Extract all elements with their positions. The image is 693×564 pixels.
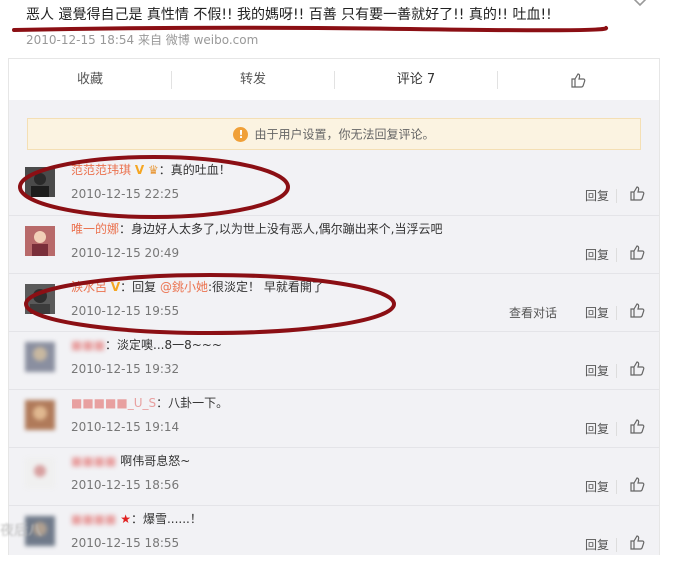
comment-item: 范范范玮琪 V ♛：真的吐血！ 2010-12-15 22:25 回复 — [9, 157, 659, 215]
watermark: 夜后八 — [0, 523, 42, 539]
warning-icon: ! — [233, 127, 249, 142]
comment-time: 2010-12-15 19:55 — [71, 304, 180, 318]
divider — [616, 422, 617, 436]
thumbs-up-icon[interactable] — [629, 302, 645, 318]
avatar[interactable] — [25, 226, 55, 256]
mention-link[interactable]: @銚小她 — [160, 280, 208, 294]
reply-button[interactable]: 回复 — [585, 304, 609, 321]
thumbs-up-icon — [571, 72, 586, 88]
thumbs-up-icon[interactable] — [629, 360, 645, 376]
reply-button[interactable]: 回复 — [585, 478, 609, 495]
comment-username[interactable]: 唯一的娜 — [71, 222, 119, 236]
tab-favorite[interactable]: 收藏 — [9, 59, 171, 101]
comment-text: ：爆雪......！ — [130, 512, 202, 526]
comment-text: ：八卦一下。 — [156, 396, 229, 410]
comment-item: 唯一的娜：身边好人太多了,以为世上没有恶人,偶尔蹦出来个,当浮云吧 2010-1… — [9, 215, 659, 274]
reply-button[interactable]: 回复 — [585, 420, 609, 437]
post-meta: 2010-12-15 18:54 来自 微博 weibo.com — [26, 33, 259, 47]
divider — [616, 364, 617, 378]
thumbs-up-icon[interactable] — [629, 476, 645, 492]
comment-time: 2010-12-15 18:55 — [71, 536, 180, 550]
thumbs-up-icon[interactable] — [629, 534, 645, 550]
tab-like[interactable] — [498, 59, 658, 101]
reply-button[interactable]: 回复 — [585, 536, 609, 553]
reply-button[interactable]: 回复 — [585, 246, 609, 263]
comment-text: 啊伟哥息怒~ — [120, 454, 191, 468]
comment-item: ■■■■ ★：爆雪......！ 2010-12-15 18:55 回复 — [9, 505, 659, 564]
divider — [616, 248, 617, 262]
comment-line: 淚水呂 V：回复 @銚小她:很淡定！ 早就看開了 — [71, 278, 324, 295]
comment-item: ■■■■■_U_S：八卦一下。 2010-12-15 19:14 回复 — [9, 389, 659, 448]
comment-line: ■■■■ ★：爆雪......！ — [71, 510, 202, 527]
comment-time: 2010-12-15 19:32 — [71, 362, 180, 376]
tab-repost[interactable]: 转发 — [172, 59, 334, 101]
comment-username[interactable]: ■■■■■_U_S — [71, 396, 156, 410]
comment-time: 2010-12-15 20:49 — [71, 246, 180, 260]
comment-text: ：真的吐血！ — [158, 163, 231, 177]
comment-line: ■■■■■_U_S：八卦一下。 — [71, 394, 228, 411]
member-badge-icon: ♛ — [147, 163, 159, 177]
comment-username[interactable]: 范范范玮琪 — [71, 163, 131, 177]
comments-panel: ! 由于用户设置，你无法回复评论。 范范范玮琪 V ♛：真的吐血！ 2010-12… — [8, 100, 660, 555]
comment-text-prefix: ：回复 — [120, 280, 160, 294]
divider — [616, 480, 617, 494]
avatar[interactable] — [25, 342, 55, 372]
action-tabs: 收藏 转发 评论 7 — [8, 58, 660, 102]
comment-time: 2010-12-15 19:14 — [71, 420, 180, 434]
star-badge-icon: ★ — [120, 512, 131, 526]
avatar[interactable] — [25, 400, 55, 430]
comment-username[interactable]: 淚水呂 — [71, 280, 107, 294]
divider — [616, 189, 617, 203]
comment-line: ■■■：淡定噢...8一8~~~ — [71, 336, 222, 353]
comment-line: ■■■■ 啊伟哥息怒~ — [71, 452, 190, 469]
tab-comment[interactable]: 评论 7 — [335, 59, 497, 101]
avatar[interactable] — [25, 458, 55, 488]
comment-text: :很淡定！ 早就看開了 — [207, 280, 324, 294]
reply-button[interactable]: 回复 — [585, 362, 609, 379]
avatar[interactable] — [25, 284, 55, 314]
divider — [616, 538, 617, 552]
thumbs-up-icon[interactable] — [629, 185, 645, 201]
comment-item: ■■■■ 啊伟哥息怒~ 2010-12-15 18:56 回复 — [9, 447, 659, 506]
thumbs-up-icon[interactable] — [629, 244, 645, 260]
notice-text: 由于用户设置，你无法回复评论。 — [254, 127, 435, 142]
avatar[interactable] — [25, 167, 55, 197]
thumbs-up-icon[interactable] — [629, 418, 645, 434]
comment-username[interactable]: ■■■ — [71, 338, 105, 352]
view-conversation-button[interactable]: 查看对话 — [509, 304, 557, 321]
comment-line: 唯一的娜：身边好人太多了,以为世上没有恶人,偶尔蹦出来个,当浮云吧 — [71, 220, 442, 237]
verified-badge-icon: V — [134, 163, 145, 177]
chevron-down-icon[interactable] — [632, 0, 648, 10]
comment-item: ■■■：淡定噢...8一8~~~ 2010-12-15 19:32 回复 — [9, 331, 659, 390]
comment-text: ：淡定噢...8一8~~~ — [105, 338, 222, 352]
comment-time: 2010-12-15 22:25 — [71, 187, 180, 201]
comment-text: ：身边好人太多了,以为世上没有恶人,偶尔蹦出来个,当浮云吧 — [119, 222, 443, 236]
divider — [616, 306, 617, 320]
comment-line: 范范范玮琪 V ♛：真的吐血！ — [71, 161, 231, 178]
verified-badge-icon: V — [110, 280, 121, 294]
post-text: 恶人 還覺得自己是 真性情 不假!! 我的媽呀!! 百善 只有要一善就好了!! … — [26, 7, 552, 23]
reply-button[interactable]: 回复 — [585, 187, 609, 204]
notice-bar: ! 由于用户设置，你无法回复评论。 — [27, 118, 641, 150]
comment-username[interactable]: ■■■■ — [71, 454, 116, 468]
comment-username[interactable]: ■■■■ — [71, 512, 116, 526]
comment-time: 2010-12-15 18:56 — [71, 478, 180, 492]
comment-item: 淚水呂 V：回复 @銚小她:很淡定！ 早就看開了 2010-12-15 19:5… — [9, 273, 659, 332]
